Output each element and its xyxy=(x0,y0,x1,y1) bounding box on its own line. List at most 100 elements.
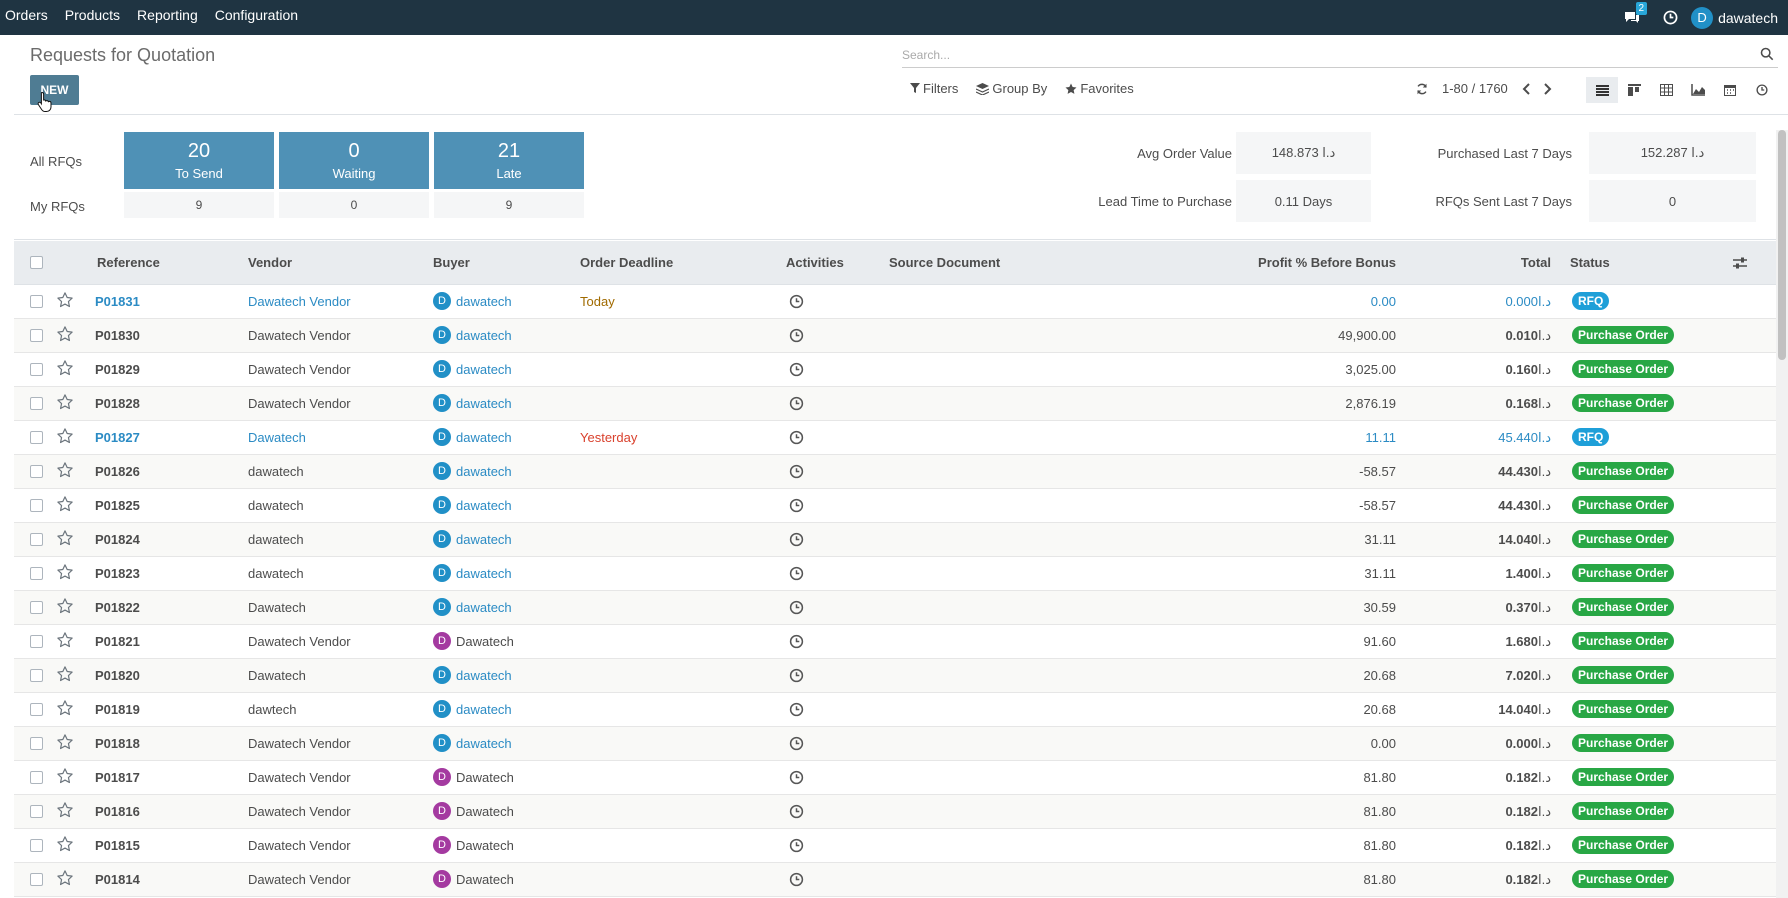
clock-icon[interactable] xyxy=(789,702,804,717)
clock-icon[interactable] xyxy=(789,532,804,547)
activities-button[interactable] xyxy=(1655,0,1685,35)
table-row[interactable]: P01822 Dawatech Ddawatech 30.59 0.370 د.ا Purc… xyxy=(14,591,1776,625)
table-row[interactable]: P01825 dawatech Ddawatech -58.57 44.430 د.ا Pu… xyxy=(14,489,1776,523)
star-icon[interactable] xyxy=(56,359,74,377)
menu-reporting[interactable]: Reporting xyxy=(132,0,210,35)
row-checkbox[interactable] xyxy=(30,363,43,376)
star-icon[interactable] xyxy=(56,699,74,717)
table-row[interactable]: P01823 dawatech Ddawatech 31.11 1.400 د.ا Purc… xyxy=(14,557,1776,591)
search-input[interactable] xyxy=(902,43,1778,67)
clock-icon[interactable] xyxy=(789,498,804,513)
group-by-button[interactable]: Group By xyxy=(976,81,1047,96)
star-icon[interactable] xyxy=(56,835,74,853)
table-row[interactable]: P01830 Dawatech Vendor Ddawatech 49,900.00 0… xyxy=(14,319,1776,353)
menu-orders[interactable]: Orders xyxy=(0,0,60,35)
list-view-button[interactable] xyxy=(1586,77,1618,103)
header-order-deadline[interactable]: Order Deadline xyxy=(580,255,673,270)
menu-products[interactable]: Products xyxy=(60,0,132,35)
row-checkbox[interactable] xyxy=(30,873,43,886)
search-icon[interactable] xyxy=(1760,47,1774,61)
star-icon[interactable] xyxy=(56,733,74,751)
chevron-left-icon[interactable] xyxy=(1522,82,1531,95)
tile-waiting[interactable]: 0 Waiting xyxy=(279,132,429,189)
clock-icon[interactable] xyxy=(789,634,804,649)
scrollbar-thumb[interactable] xyxy=(1778,130,1786,360)
my-to-send-count[interactable]: 9 xyxy=(124,192,274,218)
my-late-count[interactable]: 9 xyxy=(434,192,584,218)
row-checkbox[interactable] xyxy=(30,397,43,410)
pager-value[interactable]: 1-80 / 1760 xyxy=(1442,81,1508,96)
tile-to-send[interactable]: 20 To Send xyxy=(124,132,274,189)
select-all-checkbox[interactable] xyxy=(30,256,43,269)
header-profit[interactable]: Profit % Before Bonus xyxy=(1258,255,1396,270)
clock-icon[interactable] xyxy=(789,600,804,615)
star-icon[interactable] xyxy=(56,665,74,683)
clock-icon[interactable] xyxy=(789,464,804,479)
table-row[interactable]: P01824 dawatech Ddawatech 31.11 14.040 د.ا Pur… xyxy=(14,523,1776,557)
clock-icon[interactable] xyxy=(789,396,804,411)
header-total[interactable]: Total xyxy=(1521,255,1551,270)
messages-button[interactable]: 2 xyxy=(1617,0,1648,35)
star-icon[interactable] xyxy=(56,631,74,649)
table-row[interactable]: P01819 dawtech Ddawatech 20.68 14.040 د.ا Purc… xyxy=(14,693,1776,727)
clock-icon[interactable] xyxy=(789,328,804,343)
row-checkbox[interactable] xyxy=(30,533,43,546)
star-icon[interactable] xyxy=(56,495,74,513)
star-icon[interactable] xyxy=(56,767,74,785)
row-checkbox[interactable] xyxy=(30,431,43,444)
optional-columns-icon[interactable] xyxy=(1732,255,1748,271)
star-icon[interactable] xyxy=(56,291,74,309)
table-row[interactable]: P01829 Dawatech Vendor Ddawatech 3,025.00 0.… xyxy=(14,353,1776,387)
row-checkbox[interactable] xyxy=(30,737,43,750)
graph-view-button[interactable] xyxy=(1682,77,1714,103)
star-icon[interactable] xyxy=(56,563,74,581)
clock-icon[interactable] xyxy=(789,872,804,887)
header-activities[interactable]: Activities xyxy=(786,255,844,270)
table-row[interactable]: P01818 Dawatech Vendor Ddawatech 0.00 0.000 د… xyxy=(14,727,1776,761)
clock-icon[interactable] xyxy=(789,838,804,853)
row-checkbox[interactable] xyxy=(30,669,43,682)
row-checkbox[interactable] xyxy=(30,635,43,648)
table-row[interactable]: P01820 Dawatech Ddawatech 20.68 7.020 د.ا Purc… xyxy=(14,659,1776,693)
clock-icon[interactable] xyxy=(789,804,804,819)
star-icon[interactable] xyxy=(56,393,74,411)
header-reference[interactable]: Reference xyxy=(97,255,160,270)
calendar-view-button[interactable] xyxy=(1714,77,1746,103)
favorites-button[interactable]: Favorites xyxy=(1065,81,1134,96)
vertical-scrollbar[interactable] xyxy=(1776,130,1788,898)
header-buyer[interactable]: Buyer xyxy=(433,255,470,270)
row-checkbox[interactable] xyxy=(30,567,43,580)
star-icon[interactable] xyxy=(56,427,74,445)
clock-icon[interactable] xyxy=(789,668,804,683)
star-icon[interactable] xyxy=(56,801,74,819)
clock-icon[interactable] xyxy=(789,430,804,445)
activity-view-button[interactable] xyxy=(1746,77,1778,103)
chevron-right-icon[interactable] xyxy=(1543,82,1552,95)
table-row[interactable]: P01827 Dawatech Ddawatech Yesterday 11.11 45.… xyxy=(14,421,1776,455)
user-menu[interactable]: D dawatech xyxy=(1685,0,1788,35)
table-row[interactable]: P01816 Dawatech Vendor D Dawatech 81.80 0.182… xyxy=(14,795,1776,829)
table-row[interactable]: P01814 Dawatech Vendor D Dawatech 81.80 0.182… xyxy=(14,863,1776,897)
table-row[interactable]: P01815 Dawatech Vendor D Dawatech 81.80 0.182… xyxy=(14,829,1776,863)
header-status[interactable]: Status xyxy=(1570,255,1610,270)
star-icon[interactable] xyxy=(56,529,74,547)
clock-icon[interactable] xyxy=(789,294,804,309)
table-row[interactable]: P01817 Dawatech Vendor D Dawatech 81.80 0.182… xyxy=(14,761,1776,795)
kanban-view-button[interactable] xyxy=(1618,77,1650,103)
row-checkbox[interactable] xyxy=(30,329,43,342)
clock-icon[interactable] xyxy=(789,770,804,785)
row-checkbox[interactable] xyxy=(30,839,43,852)
table-row[interactable]: P01828 Dawatech Vendor Ddawatech 2,876.19 0.… xyxy=(14,387,1776,421)
row-checkbox[interactable] xyxy=(30,703,43,716)
row-checkbox[interactable] xyxy=(30,771,43,784)
clock-icon[interactable] xyxy=(789,362,804,377)
row-checkbox[interactable] xyxy=(30,295,43,308)
star-icon[interactable] xyxy=(56,869,74,887)
menu-configuration[interactable]: Configuration xyxy=(210,0,310,35)
header-vendor[interactable]: Vendor xyxy=(248,255,292,270)
header-source-document[interactable]: Source Document xyxy=(889,255,1000,270)
star-icon[interactable] xyxy=(56,325,74,343)
table-row[interactable]: P01821 Dawatech Vendor D Dawatech 91.60 1.680… xyxy=(14,625,1776,659)
clock-icon[interactable] xyxy=(789,566,804,581)
star-icon[interactable] xyxy=(56,461,74,479)
